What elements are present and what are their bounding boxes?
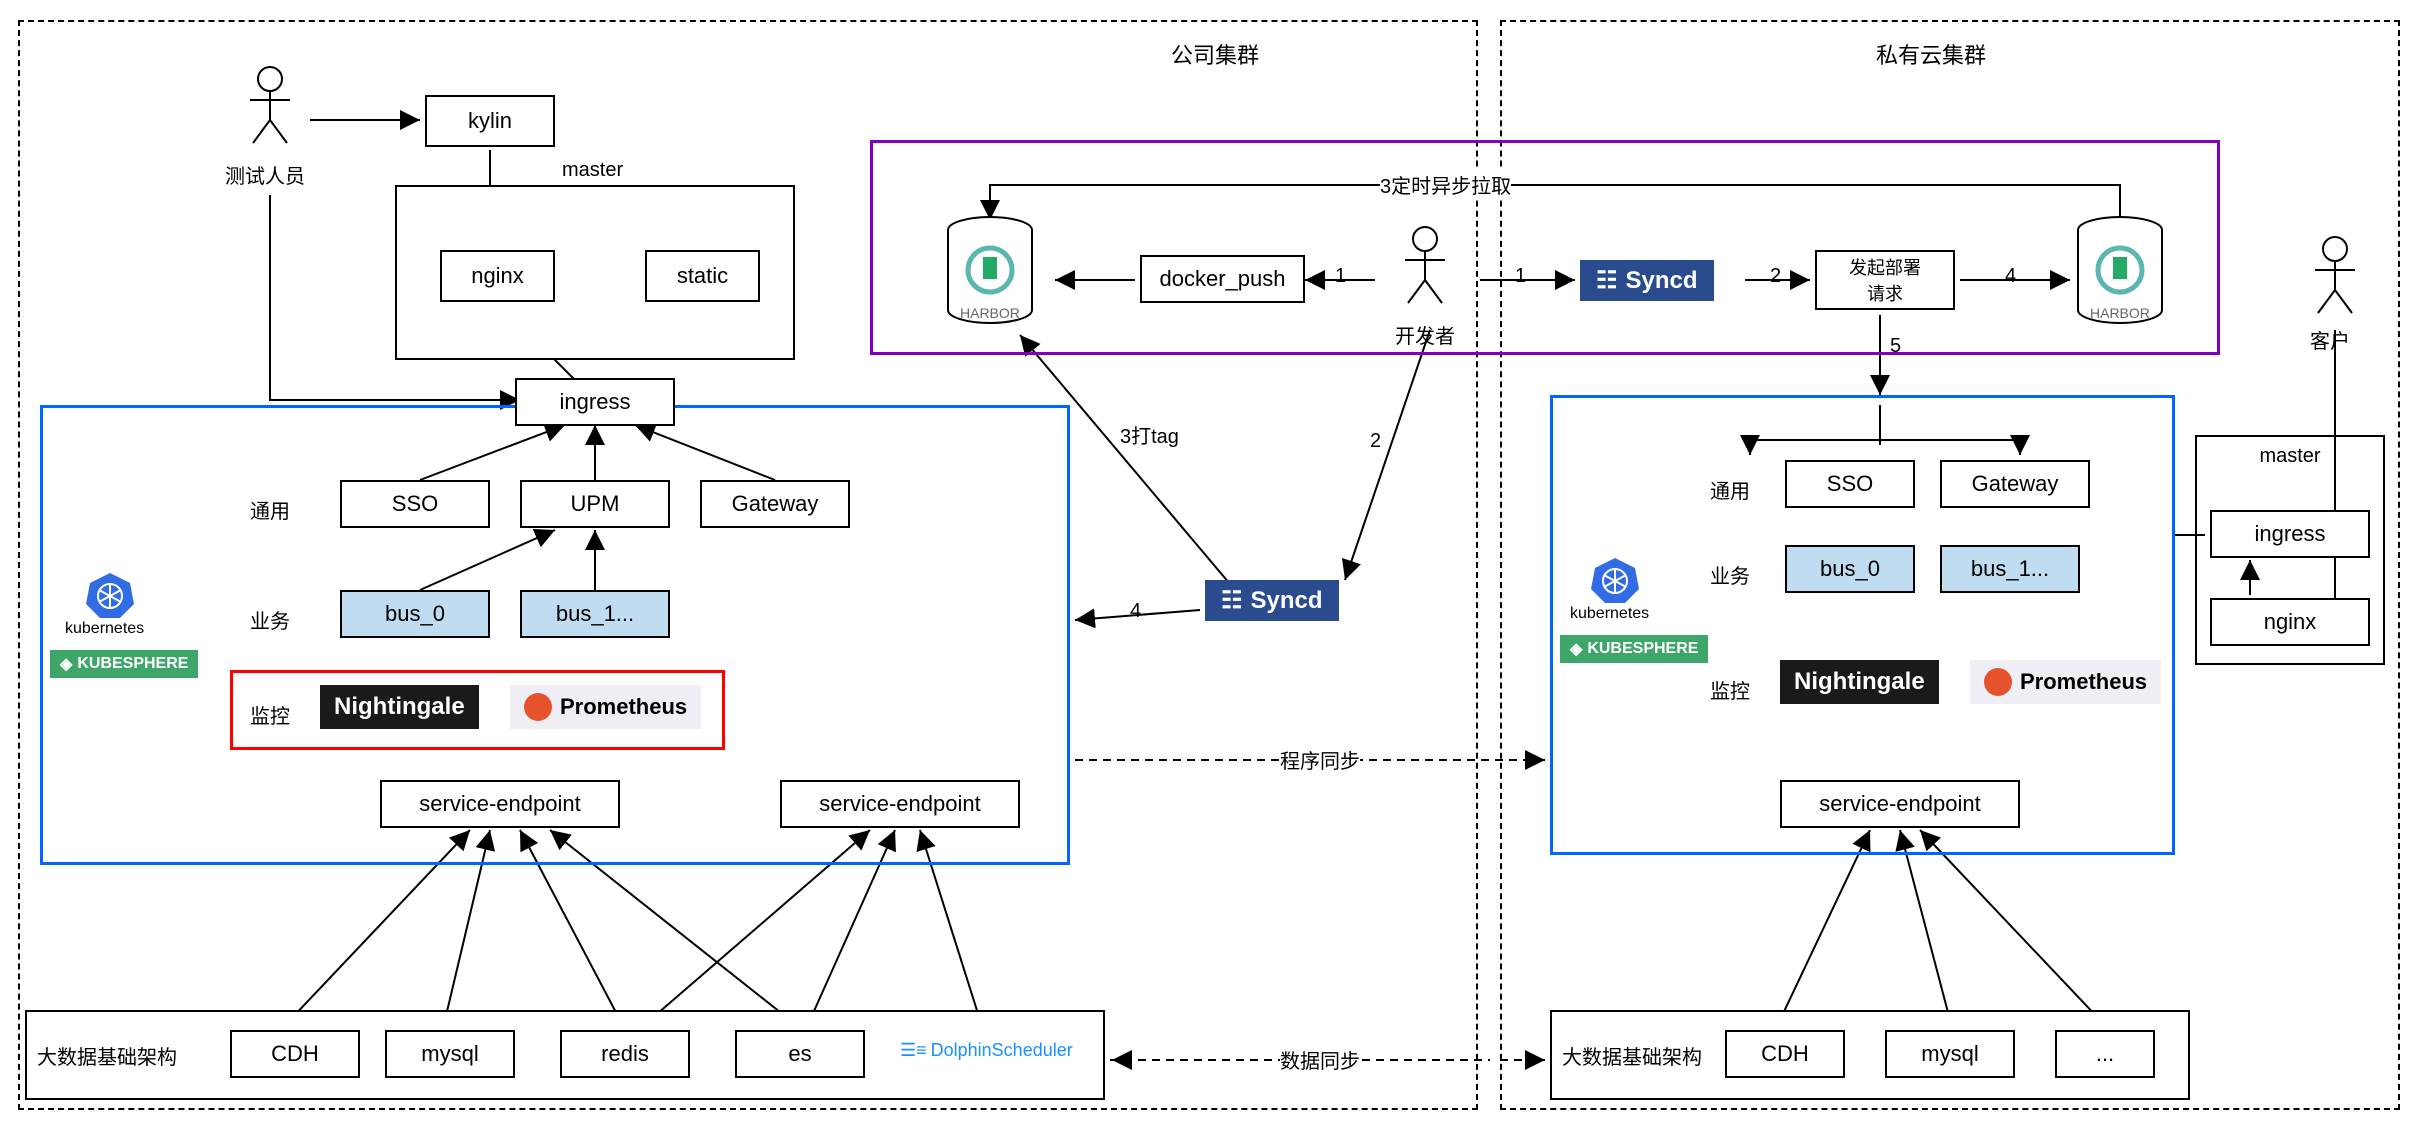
upm-box: UPM bbox=[520, 480, 670, 528]
bus0-box-right: bus_0 bbox=[1785, 545, 1915, 593]
kubesphere-badge-right: ◈KUBESPHERE bbox=[1560, 635, 1708, 663]
deploy-req-box: 发起部署 请求 bbox=[1815, 250, 1955, 310]
nginx-box-right: nginx bbox=[2210, 598, 2370, 646]
company-title: 公司集群 bbox=[1165, 36, 1265, 72]
general-label-left: 通用 bbox=[250, 495, 290, 524]
n4b: 4 bbox=[1130, 600, 1141, 623]
more-box-right: ... bbox=[2055, 1030, 2155, 1078]
business-label-right: 业务 bbox=[1710, 560, 1750, 589]
n2a: 2 bbox=[1770, 265, 1781, 288]
se2-box: service-endpoint bbox=[780, 780, 1020, 828]
mysql-box-right: mysql bbox=[1885, 1030, 2015, 1078]
monitor-label-right: 监控 bbox=[1710, 675, 1750, 704]
k8s-label-right: kubernetes bbox=[1570, 605, 1649, 623]
monitor-label-left: 监控 bbox=[250, 700, 290, 729]
bus1-box-right: bus_1... bbox=[1940, 545, 2080, 593]
bigdata-label-left: 大数据基础架构 bbox=[37, 1041, 177, 1070]
ingress-box-left: ingress bbox=[515, 378, 675, 426]
harbor-right-label: HARBOR bbox=[2090, 305, 2150, 321]
redis-box-left: redis bbox=[560, 1030, 690, 1078]
bigdata-label-right: 大数据基础架构 bbox=[1562, 1041, 1702, 1070]
tester-actor bbox=[245, 65, 295, 145]
cdh-box-left: CDH bbox=[230, 1030, 360, 1078]
n4a: 4 bbox=[2005, 265, 2016, 288]
customer-actor bbox=[2310, 235, 2360, 315]
n5: 5 bbox=[1890, 335, 1901, 358]
developer-label: 开发者 bbox=[1395, 320, 1455, 349]
docker-push-box: docker_push bbox=[1140, 255, 1305, 303]
harbor-left-label: HARBOR bbox=[960, 305, 1020, 321]
tag-label: 3打tag bbox=[1120, 420, 1179, 449]
general-label-right: 通用 bbox=[1710, 475, 1750, 504]
dolphin-icon: ☰≡ bbox=[900, 1040, 927, 1061]
se1-box: service-endpoint bbox=[380, 780, 620, 828]
developer-actor bbox=[1400, 225, 1450, 305]
sso-box-right: SSO bbox=[1785, 460, 1915, 508]
kubernetes-icon-right bbox=[1590, 555, 1640, 605]
prometheus-badge-right: Prometheus bbox=[1970, 660, 2161, 704]
es-box-left: es bbox=[735, 1030, 865, 1078]
syncd-icon: ☷ bbox=[1221, 586, 1243, 615]
syncd-top-badge: ☷Syncd bbox=[1580, 260, 1714, 301]
business-label-left: 业务 bbox=[250, 605, 290, 634]
n1b: 1 bbox=[1515, 265, 1526, 288]
dolphin-badge: ☰≡DolphinScheduler bbox=[900, 1040, 1073, 1061]
pull-label: 3定时异步拉取 bbox=[1380, 170, 1511, 199]
cdh-box-right: CDH bbox=[1725, 1030, 1845, 1078]
n1a: 1 bbox=[1335, 265, 1346, 288]
bus0-box-left: bus_0 bbox=[340, 590, 490, 638]
n2b: 2 bbox=[1370, 430, 1381, 453]
ingress-box-right: ingress bbox=[2210, 510, 2370, 558]
nightingale-badge-right: Nightingale bbox=[1780, 660, 1939, 704]
bus1-box-left: bus_1... bbox=[520, 590, 670, 638]
master-label-right: master bbox=[2259, 445, 2320, 468]
data-sync-label: 数据同步 bbox=[1280, 1045, 1360, 1074]
nginx-box-left: nginx bbox=[440, 250, 555, 302]
prometheus-badge-left: Prometheus bbox=[510, 685, 701, 729]
kubernetes-icon bbox=[85, 570, 135, 620]
customer-label: 客户 bbox=[2310, 325, 2350, 354]
syncd-mid-badge: ☷Syncd bbox=[1205, 580, 1339, 621]
k8s-label-left: kubernetes bbox=[65, 620, 144, 638]
master-label: master bbox=[562, 159, 623, 182]
private-title: 私有云集群 bbox=[1870, 36, 1992, 72]
gateway-box-right: Gateway bbox=[1940, 460, 2090, 508]
gateway-box-left: Gateway bbox=[700, 480, 850, 528]
sso-box-left: SSO bbox=[340, 480, 490, 528]
mysql-box-left: mysql bbox=[385, 1030, 515, 1078]
deploy-pipeline bbox=[870, 140, 2220, 355]
kylin-box: kylin bbox=[425, 95, 555, 147]
syncd-icon: ☷ bbox=[1596, 266, 1618, 295]
prometheus-icon bbox=[1984, 668, 2012, 696]
prog-sync-label: 程序同步 bbox=[1280, 745, 1360, 774]
kubesphere-badge-left: ◈KUBESPHERE bbox=[50, 650, 198, 678]
nightingale-badge-left: Nightingale bbox=[320, 685, 479, 729]
tester-label: 测试人员 bbox=[225, 160, 305, 189]
prometheus-icon bbox=[524, 693, 552, 721]
se-box-right: service-endpoint bbox=[1780, 780, 2020, 828]
static-box: static bbox=[645, 250, 760, 302]
